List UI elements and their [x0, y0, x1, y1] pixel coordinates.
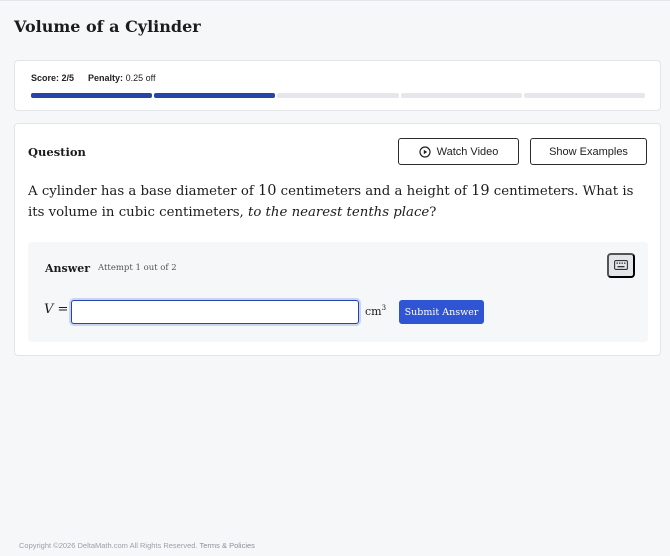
progress-bar — [31, 93, 646, 98]
penalty-label: Penalty: — [88, 73, 124, 83]
question-panel: Question Watch Video Show Examples A cyl… — [14, 123, 661, 356]
footer: Copyright ©2026 DeltaMath.com All Rights… — [19, 541, 255, 550]
score-label: Score: — [31, 73, 60, 83]
score-panel: Score: 2/5 Penalty: 0.25 off — [14, 60, 661, 111]
play-circle-icon — [419, 145, 431, 158]
page-title: Volume of a Cylinder — [14, 17, 201, 36]
answer-input[interactable] — [71, 300, 359, 324]
answer-area: Answer Attempt 1 out of 2 V = cm3 Submit… — [28, 242, 648, 342]
diameter-value: 10 — [258, 183, 277, 199]
unit-label: cm3 — [365, 304, 386, 318]
watch-video-label: Watch Video — [436, 145, 499, 158]
question-text-part: ? — [429, 205, 437, 220]
progress-segment — [154, 93, 276, 98]
progress-segment — [400, 93, 522, 98]
score-line: Score: 2/5 Penalty: 0.25 off — [31, 73, 155, 83]
question-text-part: A cylinder has a base diameter of — [28, 184, 258, 199]
keyboard-toggle-button[interactable] — [607, 253, 635, 278]
rounding-instruction: to the nearest tenths place — [247, 205, 430, 220]
progress-segment — [523, 93, 646, 98]
keyboard-icon — [614, 258, 628, 273]
progress-segment — [277, 93, 399, 98]
progress-segment — [31, 93, 153, 98]
watch-video-button[interactable]: Watch Video — [398, 138, 519, 165]
terms-link[interactable]: Terms & Policies — [199, 541, 254, 550]
height-value: 19 — [471, 183, 490, 199]
question-label: Question — [28, 145, 86, 159]
show-examples-button[interactable]: Show Examples — [530, 138, 647, 165]
score-value: 2/5 — [61, 73, 75, 83]
question-text: A cylinder has a base diameter of 10 cen… — [28, 181, 648, 223]
unit-text: cm — [365, 305, 382, 318]
penalty-value: 0.25 off — [125, 73, 156, 83]
answer-label: Answer — [45, 262, 90, 275]
unit-exponent: 3 — [381, 304, 387, 312]
attempt-counter: Attempt 1 out of 2 — [98, 263, 177, 273]
copyright-text: Copyright ©2026 DeltaMath.com All Rights… — [19, 541, 198, 550]
top-divider — [0, 0, 670, 1]
variable-label: V = — [44, 302, 68, 317]
question-text-part: centimeters and a height of — [276, 184, 472, 199]
submit-answer-button[interactable]: Submit Answer — [399, 300, 484, 324]
equals-sign: = — [57, 302, 69, 317]
show-examples-label: Show Examples — [549, 145, 628, 158]
variable-symbol: V — [44, 302, 54, 317]
